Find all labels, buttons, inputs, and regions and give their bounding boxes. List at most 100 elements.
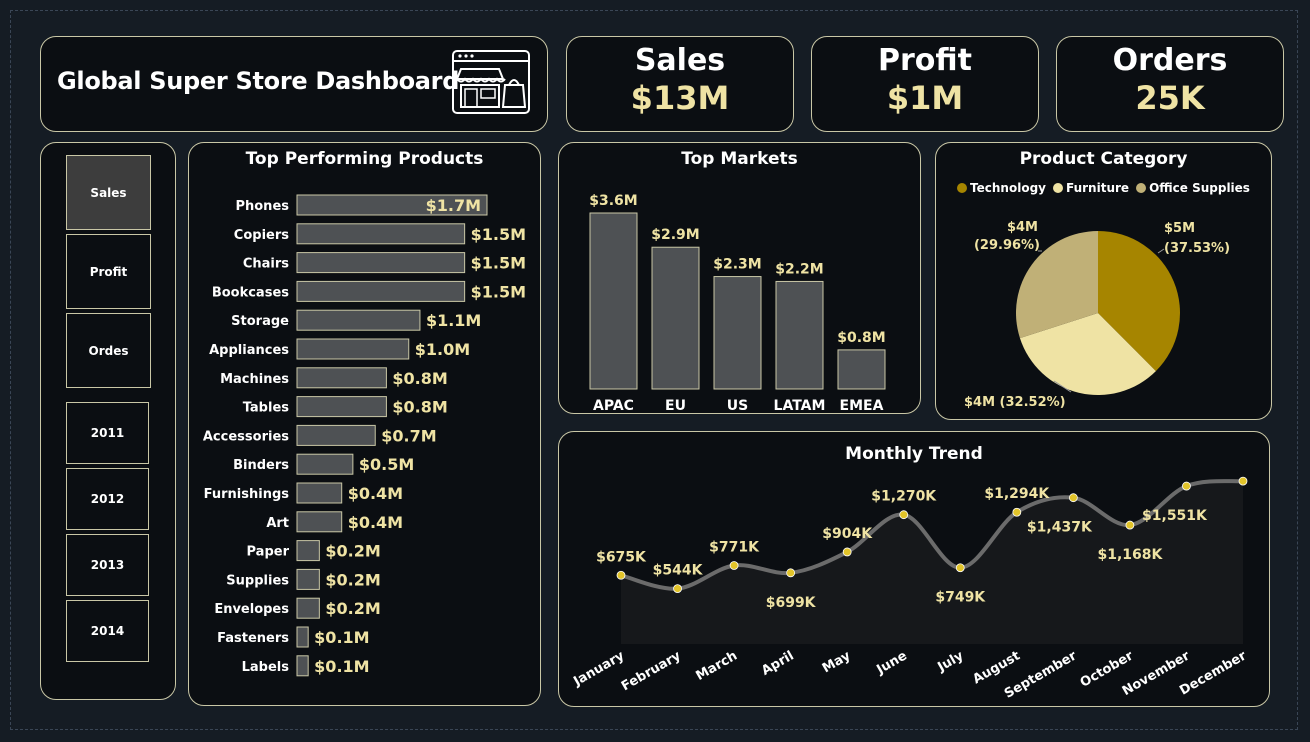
- measure-slicer-sales[interactable]: Sales: [66, 155, 151, 230]
- category-chart-title: Product Category: [1019, 149, 1188, 169]
- product-bar: [296, 482, 343, 504]
- trend-month-label: June: [873, 648, 909, 678]
- product-category-label: Art: [266, 516, 289, 531]
- trend-point: [729, 561, 739, 570]
- market-bar: [589, 212, 638, 390]
- kpi-value: 25K: [1135, 79, 1205, 117]
- product-bar: [296, 511, 343, 533]
- title-panel: Global Super Store Dashboard: [40, 36, 548, 132]
- product-bar: [296, 597, 320, 619]
- product-category-label: Appliances: [209, 343, 289, 358]
- legend-dot-icon: [1136, 183, 1147, 193]
- legend-label: Technology: [970, 181, 1046, 195]
- pie-percent-label: (37.53%): [1164, 241, 1230, 256]
- product-bar: [296, 396, 387, 418]
- market-category-label: US: [727, 398, 748, 413]
- product-bar: [296, 252, 466, 274]
- product-bar: [296, 626, 309, 648]
- trend-point: [955, 563, 965, 573]
- trend-value-label: $544K: [653, 563, 704, 579]
- market-category-label: APAC: [593, 398, 634, 413]
- product-bar: [296, 424, 376, 446]
- kpi-card-sales: Sales $13M: [566, 36, 794, 132]
- trend-month-label: February: [619, 648, 684, 694]
- product-value-label: $1.1M: [426, 311, 481, 330]
- product-category-label: Storage: [231, 314, 289, 329]
- market-bar: [837, 349, 886, 390]
- product-category-label: Chairs: [243, 257, 289, 272]
- product-category-label: Accessories: [203, 429, 289, 444]
- product-value-label: $0.2M: [325, 599, 380, 618]
- trend-month-label: July: [934, 648, 966, 675]
- year-slicer-2012[interactable]: 2012: [66, 468, 149, 530]
- trend-value-label: $699K: [766, 595, 817, 611]
- market-value-label: $3.6M: [589, 193, 637, 209]
- pie-value-label: $4M (32.52%): [964, 395, 1066, 410]
- trend-point: [1012, 507, 1022, 517]
- market-value-label: $0.8M: [837, 330, 885, 346]
- product-value-label: $1.7M: [426, 196, 481, 215]
- product-bar: [296, 453, 354, 475]
- product-category-label: Phones: [235, 199, 289, 214]
- trend-value-label: $675K: [596, 549, 647, 565]
- year-slicer-2014[interactable]: 2014: [66, 600, 149, 662]
- product-value-label: $0.7M: [381, 426, 436, 445]
- market-value-label: $2.2M: [775, 261, 823, 277]
- trend-chart-panel: Monthly Trend $675K January $544K February $…: [558, 431, 1270, 707]
- trend-point: [616, 570, 626, 580]
- product-bar: [296, 338, 410, 360]
- kpi-card-orders: Orders 25K: [1056, 36, 1284, 132]
- trend-point: [786, 568, 796, 578]
- kpi-label: Profit: [878, 43, 972, 78]
- product-value-label: $1.0M: [415, 340, 470, 359]
- product-value-label: $0.2M: [325, 542, 380, 561]
- product-category-label: Copiers: [234, 228, 289, 243]
- kpi-label: Sales: [634, 43, 726, 78]
- products-chart: Phones $1.7M Copiers $1.5M Chairs $1.5M Bookca…: [203, 194, 526, 677]
- store-icon: [452, 50, 530, 114]
- legend-dot-icon: [1053, 183, 1063, 193]
- legend-dot-icon: [957, 183, 968, 193]
- product-category-label: Paper: [247, 545, 290, 560]
- legend-label: Office Supplies: [1149, 181, 1250, 195]
- product-category-label: Fasteners: [217, 631, 289, 646]
- product-value-label: $1.5M: [471, 225, 526, 244]
- year-slicer-2011[interactable]: 2011: [66, 402, 149, 464]
- market-category-label: LATAM: [774, 398, 826, 413]
- product-value-label: $0.1M: [314, 628, 369, 647]
- product-value-label: $0.5M: [359, 455, 414, 474]
- trend-month-label: May: [820, 648, 854, 676]
- legend-item-furniture[interactable]: Furniture: [1053, 181, 1129, 195]
- product-bar: [296, 223, 466, 245]
- products-chart-title: Top Performing Products: [245, 149, 484, 169]
- trend-value-label: $1,168K: [1097, 547, 1163, 563]
- trend-value-label: $904K: [822, 526, 873, 542]
- market-category-label: EU: [665, 398, 686, 413]
- trend-point: [1238, 476, 1248, 486]
- pie-value-label: $4M: [1007, 220, 1038, 235]
- product-category-label: Envelopes: [214, 602, 289, 617]
- year-slicer-2013[interactable]: 2013: [66, 534, 149, 596]
- market-category-label: EMEA: [840, 398, 884, 413]
- trend-point: [842, 547, 852, 557]
- category-pie-chart: $5M (37.53%) $4M (32.52%) $4M (29.96%): [964, 220, 1230, 410]
- measure-slicer-profit[interactable]: Profit: [66, 234, 151, 309]
- measure-slicer-orders[interactable]: Ordes: [66, 313, 151, 388]
- trend-month-label: March: [694, 648, 741, 684]
- trend-value-label: $1,551K: [1142, 508, 1208, 524]
- market-value-label: $2.9M: [651, 227, 699, 243]
- legend-item-office-supplies[interactable]: Office Supplies: [1136, 181, 1250, 195]
- trend-value-label: $1,437K: [1027, 520, 1093, 536]
- category-chart-panel: Product Category Technology Furniture Of…: [935, 142, 1272, 420]
- pie-percent-label: (29.96%): [974, 238, 1040, 253]
- product-value-label: $0.2M: [325, 570, 380, 589]
- trend-chart: $675K January $544K February $771K March $699K…: [570, 476, 1250, 702]
- trend-point: [899, 510, 909, 520]
- product-value-label: $0.4M: [348, 513, 403, 532]
- legend-item-technology[interactable]: Technology: [957, 181, 1046, 195]
- product-bar: [296, 568, 320, 590]
- pie-value-label: $5M: [1164, 221, 1195, 236]
- product-category-label: Supplies: [226, 573, 289, 588]
- product-value-label: $0.8M: [392, 369, 447, 388]
- product-bar: [296, 540, 320, 562]
